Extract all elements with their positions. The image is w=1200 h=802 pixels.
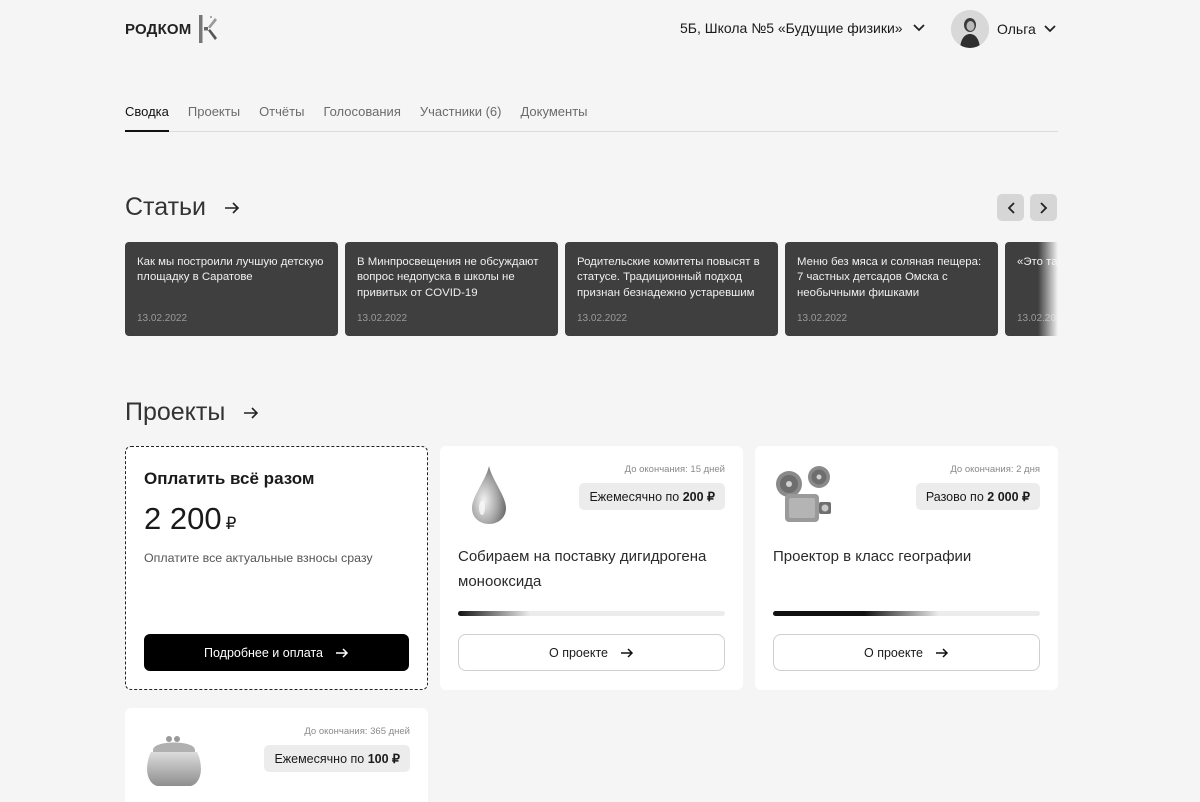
class-selector-label: 5Б, Школа №5 «Будущие физики» bbox=[680, 20, 903, 36]
film-projector-icon bbox=[776, 466, 831, 522]
tabs: Сводка Проекты Отчёты Голосования Участн… bbox=[125, 104, 1058, 132]
user-menu[interactable]: Ольга bbox=[951, 10, 1056, 48]
price-prefix: Разово по bbox=[925, 489, 984, 504]
arrow-right-icon[interactable] bbox=[224, 201, 240, 214]
article-title: Родительские комитеты повысят в статусе.… bbox=[577, 256, 760, 299]
article-title: Меню без мяса и соляная пещера: 7 частны… bbox=[797, 256, 982, 299]
avatar bbox=[951, 10, 989, 48]
carousel-prev-button[interactable] bbox=[997, 194, 1024, 221]
tab-summary[interactable]: Сводка bbox=[125, 104, 169, 132]
pay-all-title: Оплатить всё разом bbox=[144, 469, 315, 488]
logo[interactable]: РОДКОМ bbox=[125, 14, 219, 44]
class-selector[interactable]: 5Б, Школа №5 «Будущие физики» bbox=[680, 20, 925, 36]
currency-sign: ₽ bbox=[225, 514, 237, 533]
project-card[interactable]: До окончания: 2 дня Разово по 2 000 ₽ Пр… bbox=[755, 446, 1058, 690]
price-value: 200 ₽ bbox=[682, 490, 715, 504]
project-progress-fill bbox=[773, 611, 939, 616]
article-card[interactable]: Меню без мяса и соляная пещера: 7 частны… bbox=[785, 242, 998, 336]
pay-all-card: Оплатить всё разом 2 200 ₽ Оплатите все а… bbox=[125, 446, 428, 690]
arrow-right-icon bbox=[335, 647, 349, 658]
project-progress-fill bbox=[458, 611, 531, 616]
arrow-right-icon bbox=[935, 647, 949, 658]
logo-text: РОДКОМ bbox=[125, 20, 192, 38]
pay-all-amount: 2 200 ₽ bbox=[144, 501, 409, 537]
projects-heading: Проекты bbox=[125, 398, 259, 427]
tab-reports[interactable]: Отчёты bbox=[259, 104, 304, 132]
articles-heading: Статьи bbox=[125, 193, 240, 222]
articles-carousel: Как мы построили лучшую детскую площадку… bbox=[125, 242, 1058, 354]
article-date: 13.02.2022 bbox=[577, 313, 628, 324]
article-date: 13.02.2022 bbox=[357, 313, 408, 324]
project-title: Проектор в класс географии bbox=[773, 548, 972, 565]
article-card[interactable]: Родительские комитеты повысят в статусе.… bbox=[565, 242, 778, 336]
articles-carousel-nav bbox=[997, 194, 1057, 221]
article-card[interactable]: Как мы построили лучшую детскую площадку… bbox=[125, 242, 338, 336]
arrow-right-icon bbox=[620, 647, 634, 658]
tab-votes[interactable]: Голосования bbox=[323, 104, 400, 132]
project-card[interactable]: До окончания: 15 дней Ежемесячно по 200 … bbox=[440, 446, 743, 690]
arrow-right-icon[interactable] bbox=[243, 406, 259, 419]
about-project-button[interactable]: О проекте bbox=[458, 634, 725, 671]
tab-members[interactable]: Участники (6) bbox=[420, 104, 502, 132]
project-card[interactable]: До окончания: 365 дней Ежемесячно по 100… bbox=[125, 708, 428, 802]
price-value: 2 000 ₽ bbox=[987, 490, 1030, 504]
article-title: Как мы построили лучшую детскую площадку… bbox=[137, 256, 324, 284]
pay-details-button[interactable]: Подробнее и оплата bbox=[144, 634, 409, 671]
article-date: 13.02.2022 bbox=[137, 313, 188, 324]
project-deadline: До окончания: 15 дней bbox=[624, 464, 725, 475]
price-badge: Разово по 2 000 ₽ bbox=[915, 483, 1040, 510]
user-name: Ольга bbox=[997, 21, 1036, 37]
pay-all-description: Оплатите все актуальные взносы сразу bbox=[144, 551, 373, 565]
about-project-button-label: О проекте bbox=[864, 645, 923, 660]
water-drop-icon bbox=[472, 466, 506, 524]
price-prefix: Ежемесячно по bbox=[589, 489, 680, 504]
project-title: Собираем на поставку дигидрогена моноокс… bbox=[458, 548, 707, 590]
projects-title: Проекты bbox=[125, 398, 226, 426]
tab-projects[interactable]: Проекты bbox=[188, 104, 240, 132]
chevron-left-icon bbox=[1007, 201, 1015, 214]
chevron-down-icon bbox=[912, 24, 925, 32]
article-date: 13.02.2022 bbox=[797, 313, 848, 324]
carousel-next-button[interactable] bbox=[1030, 194, 1057, 221]
tab-documents[interactable]: Документы bbox=[520, 104, 587, 132]
price-badge: Ежемесячно по 200 ₽ bbox=[579, 483, 725, 510]
about-project-button[interactable]: О проекте bbox=[773, 634, 1040, 671]
project-deadline: До окончания: 365 дней bbox=[304, 726, 410, 737]
header: РОДКОМ 5Б, Школа №5 «Будущие физики» Оль… bbox=[0, 0, 1200, 60]
purse-icon bbox=[147, 736, 201, 786]
article-title: В Минпросвещения не обсуждают вопрос нед… bbox=[357, 256, 539, 299]
price-value: 100 ₽ bbox=[367, 752, 400, 766]
carousel-fade bbox=[1038, 242, 1058, 354]
pay-all-amount-value: 2 200 bbox=[144, 501, 222, 536]
articles-title: Статьи bbox=[125, 193, 207, 221]
pay-details-button-label: Подробнее и оплата bbox=[204, 645, 323, 660]
price-prefix: Ежемесячно по bbox=[274, 751, 365, 766]
project-progress bbox=[458, 611, 725, 616]
article-card[interactable]: В Минпросвещения не обсуждают вопрос нед… bbox=[345, 242, 558, 336]
price-badge: Ежемесячно по 100 ₽ bbox=[264, 745, 410, 772]
project-progress bbox=[773, 611, 1040, 616]
logo-mark-icon bbox=[199, 15, 218, 43]
chevron-right-icon bbox=[1039, 201, 1047, 214]
project-deadline: До окончания: 2 дня bbox=[950, 464, 1040, 475]
about-project-button-label: О проекте bbox=[549, 645, 608, 660]
chevron-down-icon bbox=[1044, 25, 1056, 33]
